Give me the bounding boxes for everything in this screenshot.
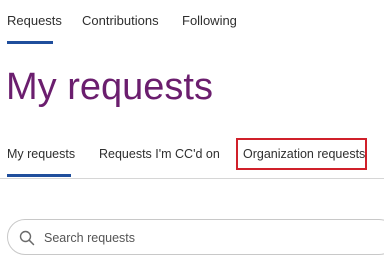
active-tab-indicator [7, 41, 53, 44]
tab-organization-requests[interactable]: Organization requests [236, 138, 367, 170]
search-icon [19, 230, 35, 246]
search-input[interactable] [44, 228, 344, 248]
tab-following[interactable]: Following [182, 13, 237, 28]
tab-my-requests[interactable]: My requests [7, 147, 75, 161]
search-box[interactable] [7, 219, 384, 255]
tab-requests-cc[interactable]: Requests I'm CC'd on [99, 147, 220, 161]
active-subtab-indicator [7, 174, 71, 177]
page-title: My requests [6, 66, 213, 108]
request-filter-tabs: My requests Requests I'm CC'd on Organiz… [0, 134, 384, 179]
tab-requests[interactable]: Requests [7, 13, 62, 28]
page: Requests Contributions Following My requ… [0, 0, 384, 279]
top-navigation: Requests Contributions Following [0, 0, 384, 46]
tab-contributions[interactable]: Contributions [82, 13, 159, 28]
